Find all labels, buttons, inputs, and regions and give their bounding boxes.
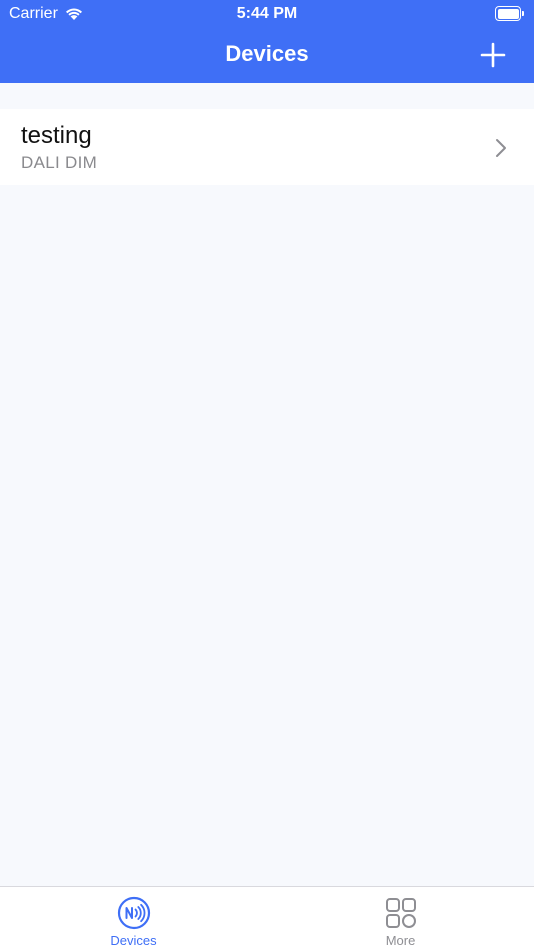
device-list: testing DALI DIM bbox=[0, 83, 534, 886]
tab-more-label: More bbox=[385, 933, 416, 948]
navigation-header: Carrier 5:44 PM Devices bbox=[0, 0, 534, 83]
plus-icon bbox=[480, 42, 506, 68]
app-screen: Carrier 5:44 PM Devices testing DALI DIM… bbox=[0, 0, 534, 950]
tab-devices-label: Devices bbox=[110, 933, 157, 948]
nfc-icon bbox=[117, 896, 151, 930]
page-title: Devices bbox=[225, 41, 309, 66]
status-bar: Carrier 5:44 PM bbox=[0, 0, 534, 28]
device-name: testing bbox=[21, 122, 92, 149]
tab-devices[interactable]: Devices bbox=[0, 887, 267, 950]
grid-icon bbox=[386, 898, 416, 928]
status-time: 5:44 PM bbox=[236, 5, 298, 22]
add-device-button[interactable] bbox=[478, 40, 508, 70]
tab-more[interactable]: More bbox=[267, 887, 534, 950]
device-list-item[interactable]: testing DALI DIM bbox=[0, 109, 534, 185]
tab-bar: Devices More bbox=[0, 886, 534, 950]
chevron-right-icon bbox=[496, 139, 506, 157]
battery-icon bbox=[495, 6, 524, 21]
device-type: DALI DIM bbox=[21, 153, 98, 172]
